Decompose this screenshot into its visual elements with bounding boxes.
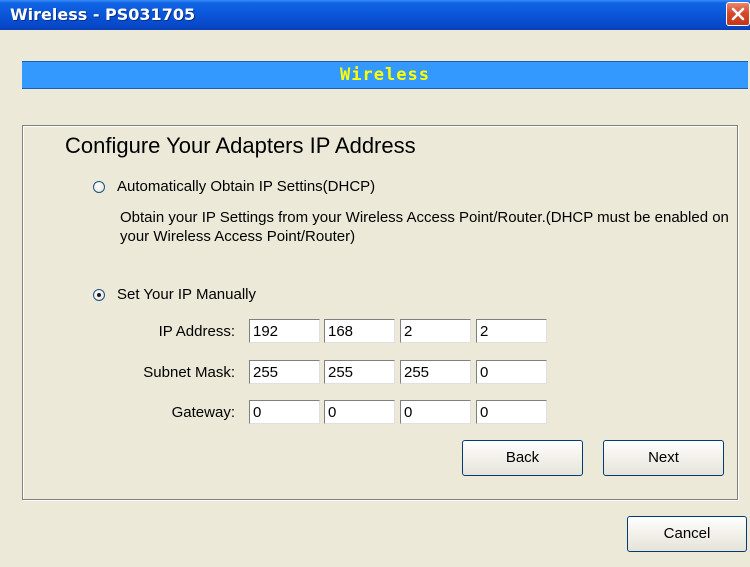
gateway-octet-3[interactable] xyxy=(400,400,471,424)
gateway-label: Gateway: xyxy=(171,404,235,421)
gateway-octet-4[interactable] xyxy=(476,400,547,424)
page-heading: Configure Your Adapters IP Address xyxy=(65,133,416,158)
manual-option[interactable]: Set Your IP Manually xyxy=(93,286,256,303)
next-button[interactable]: Next xyxy=(603,440,724,476)
manual-radio[interactable] xyxy=(93,288,105,301)
manual-label: Set Your IP Manually xyxy=(117,286,256,303)
cancel-button[interactable]: Cancel xyxy=(627,516,747,552)
close-icon xyxy=(731,7,745,21)
window-title: Wireless - PS031705 xyxy=(10,5,196,24)
subnet-octet-3[interactable] xyxy=(400,360,471,384)
gateway-octet-2[interactable] xyxy=(324,400,395,424)
dhcp-label: Automatically Obtain IP Settins(DHCP) xyxy=(117,178,376,195)
gateway-octet-1[interactable] xyxy=(249,400,320,424)
ip-address-label: IP Address: xyxy=(158,323,235,340)
header-title: Wireless xyxy=(340,65,430,85)
ip-octet-2[interactable] xyxy=(324,319,395,343)
dhcp-radio[interactable] xyxy=(93,180,105,193)
title-bar[interactable]: Wireless - PS031705 xyxy=(0,0,750,30)
subnet-octet-4[interactable] xyxy=(476,360,547,384)
subnet-mask-label: Subnet Mask: xyxy=(143,364,235,381)
header-banner: Wireless xyxy=(22,61,748,89)
dhcp-description: Obtain your IP Settings from your Wirele… xyxy=(120,209,729,245)
ip-octet-1[interactable] xyxy=(249,319,320,343)
ip-octet-3[interactable] xyxy=(400,319,471,343)
subnet-octet-2[interactable] xyxy=(324,360,395,384)
close-button[interactable] xyxy=(726,2,750,26)
back-button[interactable]: Back xyxy=(462,440,583,476)
dhcp-option[interactable]: Automatically Obtain IP Settins(DHCP) xyxy=(93,178,375,195)
ip-octet-4[interactable] xyxy=(476,319,547,343)
wireless-window: Wireless - PS031705 Wireless Configure Y… xyxy=(0,0,750,567)
subnet-octet-1[interactable] xyxy=(249,360,320,384)
